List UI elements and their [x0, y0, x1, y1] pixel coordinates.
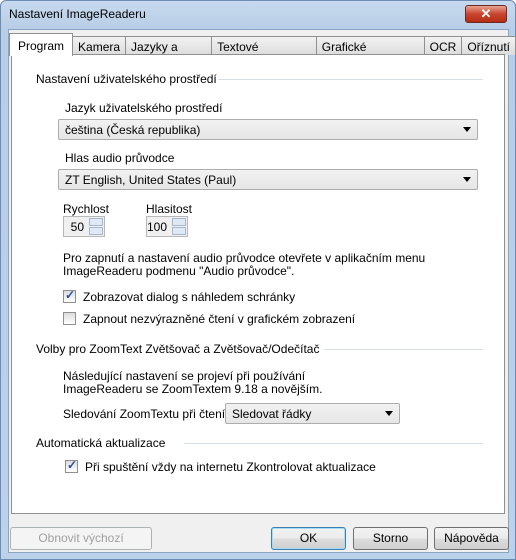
- volume-label: Hlasitost: [146, 202, 193, 216]
- language-label: Jazyk uživatelského prostředí: [65, 101, 223, 115]
- volume-spinner[interactable]: 100: [146, 216, 188, 237]
- spin-down-icon[interactable]: [172, 227, 186, 235]
- spin-up-icon[interactable]: [172, 218, 186, 226]
- help-button[interactable]: Nápověda: [434, 527, 509, 550]
- speed-value: 50: [70, 220, 84, 234]
- tab-program[interactable]: Program: [9, 33, 74, 56]
- unhighlighted-reading-checkbox[interactable]: [63, 312, 76, 325]
- chevron-down-icon: [463, 127, 471, 132]
- zoomtext-info-line1: Následující nastavení se projeví při pou…: [63, 369, 306, 383]
- tab-kamera[interactable]: Kamera: [72, 36, 127, 55]
- spin-up-icon[interactable]: [89, 218, 103, 226]
- auto-update-checkbox[interactable]: ✓: [65, 458, 78, 473]
- close-button[interactable]: ✕: [465, 5, 507, 23]
- voice-value: ZT English, United States (Paul): [65, 173, 237, 187]
- speed-spinner[interactable]: 50: [63, 216, 105, 237]
- divider: [218, 79, 483, 80]
- tab-bar: Program Kamera Jazyky a hlasy Textové zo…: [9, 33, 516, 68]
- tab-jazyky[interactable]: Jazyky a hlasy: [125, 36, 213, 68]
- group-update-label: Automatická aktualizace: [36, 436, 166, 450]
- clipboard-preview-checkbox[interactable]: ✓: [63, 288, 76, 303]
- tracking-select[interactable]: Sledovat řádky: [225, 403, 400, 424]
- volume-value: 100: [147, 220, 168, 234]
- tracking-label: Sledování ZoomTextu při čtení:: [63, 407, 229, 421]
- audio-info-line1: Pro zapnutí a nastavení audio průvodce o…: [63, 251, 426, 265]
- auto-update-label: Při spuštění vždy na internetu Zkontrolo…: [85, 460, 376, 474]
- tracking-value: Sledovat řádky: [232, 407, 312, 421]
- ok-button[interactable]: OK: [271, 527, 346, 550]
- clipboard-preview-label: Zobrazovat dialog s náhledem schránky: [83, 290, 296, 304]
- spin-down-icon[interactable]: [89, 227, 103, 235]
- group-ui-label: Nastavení uživatelského prostředí: [36, 72, 217, 86]
- dialog-window: Nastavení ImageReaderu ✕ Program Kamera …: [0, 0, 516, 560]
- reset-defaults-button[interactable]: Obnovit výchozí: [10, 527, 152, 550]
- cancel-button[interactable]: Storno: [353, 527, 428, 550]
- tab-textove[interactable]: Textové zobrazení: [211, 36, 317, 68]
- language-select[interactable]: čeština (Česká republika): [58, 119, 478, 140]
- tab-graficke[interactable]: Grafické zobrazení: [315, 36, 425, 68]
- tab-oriznuti[interactable]: Oříznutí: [461, 36, 516, 55]
- tab-ocr[interactable]: OCR: [423, 36, 463, 55]
- voice-select[interactable]: ZT English, United States (Paul): [58, 169, 478, 190]
- zoomtext-info-line2: ImageReaderu se ZoomTextem 9.18 a novějš…: [63, 382, 323, 396]
- chevron-down-icon: [463, 177, 471, 182]
- window-title: Nastavení ImageReaderu: [9, 7, 146, 21]
- checkmark-icon: ✓: [67, 458, 78, 472]
- speed-label: Rychlost: [63, 202, 110, 216]
- audio-info-line2: ImageReaderu podmenu "Audio průvodce".: [63, 264, 295, 278]
- language-value: čeština (Česká republika): [65, 123, 201, 137]
- unhighlighted-reading-label: Zapnout nezvýrazněné čtení v grafickém z…: [83, 312, 356, 326]
- group-zoomtext-label: Volby pro ZoomText Zvětšovač a Zvětšovač…: [36, 342, 320, 356]
- divider: [184, 443, 483, 444]
- checkmark-icon: ✓: [65, 288, 76, 302]
- voice-label: Hlas audio průvodce: [65, 151, 175, 165]
- chevron-down-icon: [385, 411, 393, 416]
- divider: [324, 349, 483, 350]
